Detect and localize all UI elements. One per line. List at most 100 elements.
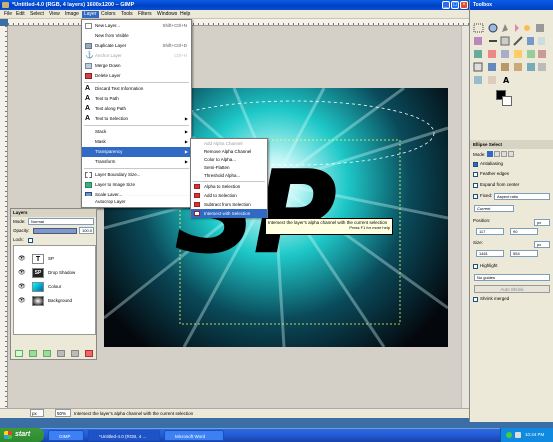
menu-edit[interactable]: Edit (14, 11, 27, 18)
mode-replace-button[interactable] (487, 151, 493, 157)
menu-item-transparency[interactable]: Transparency ▶ (82, 147, 191, 157)
eye-icon[interactable]: 👁 (18, 253, 26, 265)
menu-item-mask[interactable]: Mask ▶ (82, 137, 191, 147)
mode-add-button[interactable] (494, 151, 500, 157)
tool-grid: A (470, 10, 553, 110)
anchor-layer-button[interactable] (71, 350, 79, 357)
size-unit-select[interactable]: px (534, 241, 550, 248)
layer-row-background[interactable]: 👁 Background (14, 295, 97, 307)
submenu-arrow-icon: ▶ (184, 129, 188, 134)
menu-item-text-to-path[interactable]: A Text to Path (82, 94, 191, 104)
duplicate-layer-button[interactable] (57, 350, 65, 357)
delete-layer-button[interactable] (85, 350, 93, 357)
menu-item-label: Text along Path (95, 106, 127, 111)
menu-item-threshold-alpha[interactable]: Threshold Alpha... (191, 172, 267, 180)
menu-item-shortcut: Ctrl+H (174, 53, 187, 58)
taskbar-item-untitled[interactable]: *Untitled-4.0 (RGB, 4 ... (88, 430, 160, 441)
menu-help[interactable]: Help (178, 11, 192, 18)
size-width-field[interactable]: 1461 (476, 250, 504, 257)
menu-item-remove-alpha[interactable]: Remove Alpha Channel (191, 148, 267, 156)
eye-icon[interactable]: 👁 (18, 267, 26, 279)
menu-item-add-to-selection[interactable]: Add to Selection (191, 191, 267, 200)
menu-item-layer-to-image-size[interactable]: Layer to Image Size (82, 180, 191, 190)
background-color-swatch[interactable] (502, 96, 512, 106)
menu-item-label: Layer to Image Size (95, 182, 136, 187)
menu-item-alpha-to-selection[interactable]: Alpha to Selection (191, 182, 267, 191)
toolbox-window: Toolbox A Ellipse Select Mode: Antialias… (469, 0, 553, 422)
layer-row-drop-shadow[interactable]: 👁 SP Drop Shadow (14, 267, 97, 279)
menu-item-color-to-alpha[interactable]: Color to Alpha... (191, 156, 267, 164)
menu-item-autocrop-layer[interactable]: Autocrop Layer (82, 197, 191, 207)
clock: 10:44 PM (525, 432, 545, 437)
layer-row-sp[interactable]: 👁 T SP (14, 253, 97, 265)
menu-item-subtract-from-selection[interactable]: Subtract from Selection (191, 200, 267, 209)
zoom-select[interactable]: 50% (55, 409, 71, 417)
menu-filters[interactable]: Filters (136, 11, 154, 18)
tooltip: Intersect the layer's alpha channel with… (265, 218, 393, 235)
opacity-slider[interactable] (33, 228, 77, 234)
mode-subtract-button[interactable] (501, 151, 507, 157)
maximize-button[interactable]: □ (451, 1, 459, 9)
menu-item-label: Alpha to Selection (204, 184, 241, 189)
guides-select[interactable]: No guides (474, 274, 550, 281)
fixed-select[interactable]: Aspect ratio (494, 193, 550, 200)
menu-view[interactable]: View (47, 11, 62, 18)
auto-shrink-button[interactable]: Auto Shrink (474, 285, 550, 293)
new-layer-button[interactable] (15, 350, 23, 357)
position-label: Position: (473, 218, 491, 223)
menu-file[interactable]: File (2, 11, 14, 18)
highlight-checkbox[interactable] (473, 264, 478, 269)
lock-checkbox[interactable] (28, 238, 33, 243)
menu-item-stack[interactable]: Stack ▶ (82, 127, 191, 137)
tray-network-icon[interactable] (506, 432, 512, 438)
feather-checkbox[interactable] (473, 172, 478, 177)
layer-row-colour[interactable]: 👁 Colour (14, 281, 97, 293)
menu-item-text-along-path[interactable]: A Text along Path (82, 104, 191, 114)
mode-select[interactable]: Normal (28, 218, 94, 225)
menu-item-intersect-with-selection[interactable]: Intersect with Selection (191, 209, 267, 218)
menu-item-duplicate-layer[interactable]: Duplicate Layer Shift+Ctrl+D (82, 41, 191, 51)
menu-item-semi-flatten[interactable]: Semi-Flatten (191, 164, 267, 172)
menu-item-discard-text[interactable]: A Discard Text Information (82, 84, 191, 94)
fixed-checkbox[interactable] (473, 194, 478, 199)
position-y-field[interactable]: 90 (510, 228, 538, 235)
menu-item-new-from-visible[interactable]: New from Visible (82, 31, 191, 41)
boundary-icon (85, 172, 92, 178)
taskbar-item-gimp[interactable]: GIMP (48, 430, 84, 441)
raise-layer-button[interactable] (29, 350, 37, 357)
menu-item-text-to-selection[interactable]: A Text to Selection ▶ (82, 114, 191, 124)
menu-item-shortcut: Shift+Ctrl+N (162, 23, 187, 28)
close-button[interactable]: × (460, 1, 468, 9)
minimize-button[interactable]: _ (442, 1, 450, 9)
menu-tools[interactable]: Tools (119, 11, 135, 18)
menu-item-layer-boundary-size[interactable]: Layer Boundary Size... (82, 170, 191, 180)
eye-icon[interactable]: 👁 (18, 295, 26, 307)
menu-item-transform[interactable]: Transform ▶ (82, 157, 191, 167)
menu-item-new-layer[interactable]: New Layer... Shift+Ctrl+N (82, 21, 191, 31)
menu-colors[interactable]: Colors (99, 11, 117, 18)
unit-select[interactable]: px (30, 409, 44, 417)
menu-item-merge-down[interactable]: Merge Down (82, 61, 191, 71)
menu-image[interactable]: Image (63, 11, 81, 18)
start-button[interactable]: start (0, 428, 44, 442)
menu-layer[interactable]: Layer (82, 11, 99, 18)
tray-volume-icon[interactable] (515, 432, 521, 438)
mode-intersect-button[interactable] (508, 151, 514, 157)
shrink-merged-checkbox[interactable] (473, 297, 478, 302)
size-height-field[interactable]: 554 (510, 250, 538, 257)
menu-windows[interactable]: Windows (155, 11, 179, 18)
position-x-field[interactable]: 117 (476, 228, 504, 235)
taskbar-item-word[interactable]: Microsoft Word (164, 430, 224, 441)
intersect-selection-icon (194, 211, 200, 216)
vertical-scrollbar[interactable] (461, 26, 469, 408)
current-field[interactable]: Current (474, 205, 514, 212)
eye-icon[interactable]: 👁 (18, 281, 26, 293)
menu-select[interactable]: Select (28, 11, 46, 18)
lower-layer-button[interactable] (43, 350, 51, 357)
position-unit-select[interactable]: px (534, 219, 550, 226)
antialiasing-checkbox[interactable] (473, 162, 478, 167)
anchor-icon: ⚓ (85, 52, 94, 59)
expand-center-checkbox[interactable] (473, 183, 478, 188)
opacity-field[interactable]: 100.0 (79, 227, 94, 234)
menu-item-delete-layer[interactable]: Delete Layer (82, 71, 191, 81)
